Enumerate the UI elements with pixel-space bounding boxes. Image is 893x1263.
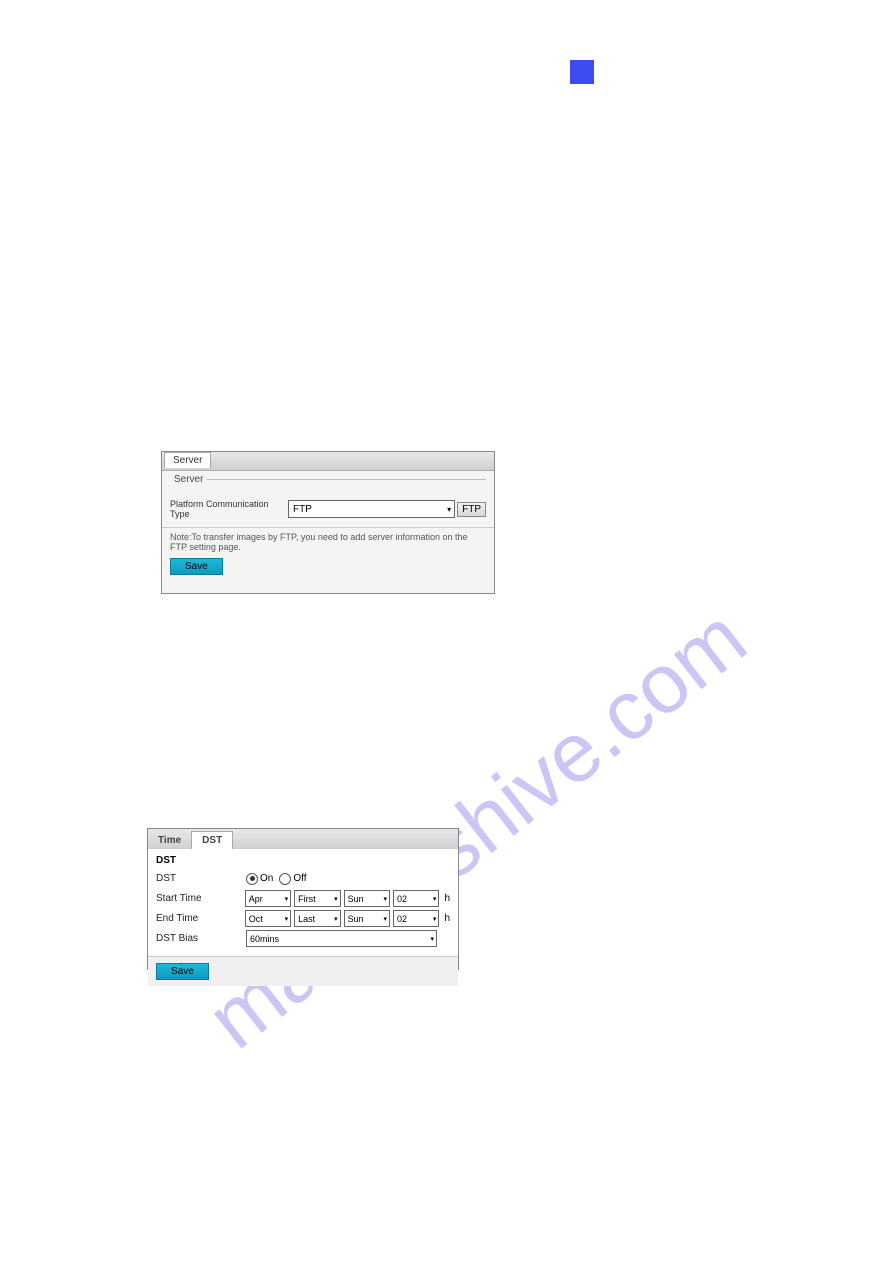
end-hour-select[interactable]: 02 ▾ xyxy=(393,910,439,927)
end-label: End Time xyxy=(156,913,245,924)
val: Sun xyxy=(348,914,364,924)
chevron-down-icon: ▾ xyxy=(382,895,390,903)
dst-on-radio[interactable]: On xyxy=(246,873,273,885)
dst-panel: Time DST DST DST On Off Start Time Apr ▾ … xyxy=(147,828,459,970)
radio-icon xyxy=(246,873,258,885)
corner-marker xyxy=(570,60,594,84)
end-time-row: End Time Oct ▾ Last ▾ Sun ▾ 02 ▾ h xyxy=(156,910,450,927)
tab-time[interactable]: Time xyxy=(148,832,191,849)
section-title: DST xyxy=(156,855,450,866)
start-label: Start Time xyxy=(156,893,245,904)
val: 02 xyxy=(397,914,407,924)
val: Sun xyxy=(348,894,364,904)
divider xyxy=(162,527,494,528)
chevron-down-icon: ▾ xyxy=(428,935,436,943)
footer-bar: Save xyxy=(148,956,458,986)
platform-row: Platform Communication Type FTP ▾ FTP xyxy=(170,499,486,519)
on-label: On xyxy=(260,873,273,884)
chevron-down-icon: ▾ xyxy=(283,915,291,923)
dst-toggle-row: DST On Off xyxy=(156,870,450,887)
platform-select[interactable]: FTP ▾ xyxy=(288,500,455,518)
start-time-row: Start Time Apr ▾ First ▾ Sun ▾ 02 ▾ h xyxy=(156,890,450,907)
val: 02 xyxy=(397,894,407,904)
off-label: Off xyxy=(293,873,306,884)
dst-bias-row: DST Bias 60mins ▾ xyxy=(156,930,450,947)
end-month-select[interactable]: Oct ▾ xyxy=(245,910,291,927)
save-button[interactable]: Save xyxy=(170,558,223,575)
bias-select[interactable]: 60mins ▾ xyxy=(246,930,437,947)
end-week-select[interactable]: Last ▾ xyxy=(294,910,340,927)
bias-label: DST Bias xyxy=(156,933,246,944)
start-week-select[interactable]: First ▾ xyxy=(294,890,340,907)
tab-row: Server xyxy=(162,452,494,471)
dst-off-radio[interactable]: Off xyxy=(279,873,306,885)
val: Apr xyxy=(249,894,263,904)
dst-content: DST DST On Off Start Time Apr ▾ First ▾ Su… xyxy=(148,849,458,956)
server-group: Server Platform Communication Type FTP ▾… xyxy=(170,479,486,519)
chevron-down-icon: ▾ xyxy=(431,915,439,923)
start-day-select[interactable]: Sun ▾ xyxy=(344,890,390,907)
end-day-select[interactable]: Sun ▾ xyxy=(344,910,390,927)
start-month-select[interactable]: Apr ▾ xyxy=(245,890,291,907)
hour-unit: h xyxy=(444,893,450,904)
platform-label: Platform Communication Type xyxy=(170,499,288,519)
start-hour-select[interactable]: 02 ▾ xyxy=(393,890,439,907)
val: Oct xyxy=(249,914,263,924)
dst-label: DST xyxy=(156,873,246,884)
tab-row: Time DST xyxy=(148,829,458,849)
chevron-down-icon: ▾ xyxy=(332,915,340,923)
chevron-down-icon: ▾ xyxy=(447,505,454,514)
chevron-down-icon: ▾ xyxy=(431,895,439,903)
hour-unit: h xyxy=(444,913,450,924)
chevron-down-icon: ▾ xyxy=(382,915,390,923)
save-button[interactable]: Save xyxy=(156,963,209,980)
group-title: Server xyxy=(170,474,207,485)
val: First xyxy=(298,894,316,904)
note-text: Note:To transfer images by FTP, you need… xyxy=(170,532,486,552)
chevron-down-icon: ▾ xyxy=(283,895,291,903)
tab-server[interactable]: Server xyxy=(164,452,211,468)
val: Last xyxy=(298,914,315,924)
val: 60mins xyxy=(250,934,279,944)
server-panel: Server Server Platform Communication Typ… xyxy=(161,451,495,594)
radio-icon xyxy=(279,873,291,885)
platform-select-value: FTP xyxy=(293,504,312,515)
chevron-down-icon: ▾ xyxy=(332,895,340,903)
tab-dst[interactable]: DST xyxy=(191,831,233,849)
ftp-button[interactable]: FTP xyxy=(457,502,486,517)
